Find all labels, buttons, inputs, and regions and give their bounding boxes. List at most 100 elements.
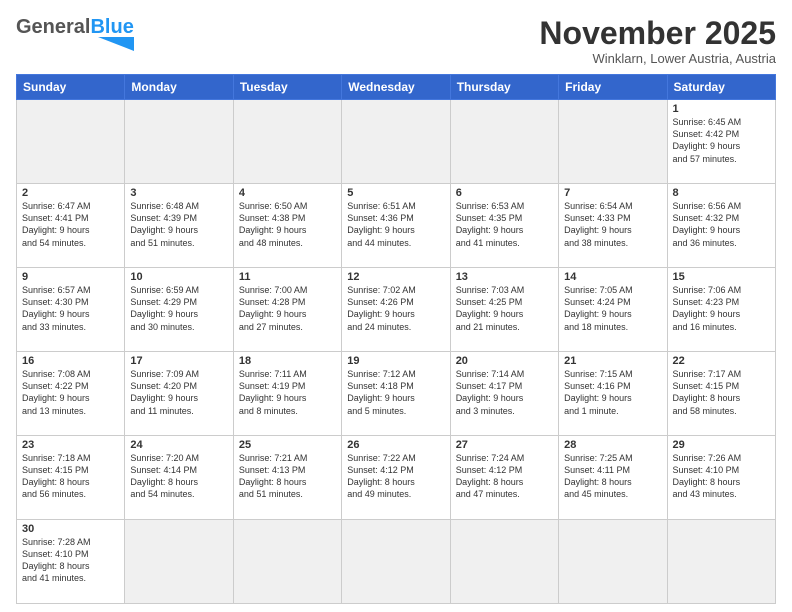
calendar-cell: 15Sunrise: 7:06 AMSunset: 4:23 PMDayligh…	[667, 268, 775, 352]
day-number: 14	[564, 271, 661, 283]
calendar-cell	[342, 520, 450, 604]
day-info: Sunrise: 7:28 AMSunset: 4:10 PMDaylight:…	[22, 536, 119, 585]
calendar-cell: 13Sunrise: 7:03 AMSunset: 4:25 PMDayligh…	[450, 268, 558, 352]
day-number: 9	[22, 271, 119, 283]
calendar-cell: 16Sunrise: 7:08 AMSunset: 4:22 PMDayligh…	[17, 352, 125, 436]
calendar-cell	[450, 520, 558, 604]
calendar-cell	[559, 520, 667, 604]
calendar-cell: 30Sunrise: 7:28 AMSunset: 4:10 PMDayligh…	[17, 520, 125, 604]
logo-icon	[98, 37, 134, 51]
calendar-cell: 19Sunrise: 7:12 AMSunset: 4:18 PMDayligh…	[342, 352, 450, 436]
day-info: Sunrise: 6:47 AMSunset: 4:41 PMDaylight:…	[22, 200, 119, 249]
day-number: 24	[130, 439, 227, 451]
calendar-cell	[125, 520, 233, 604]
calendar-cell	[233, 520, 341, 604]
day-info: Sunrise: 6:51 AMSunset: 4:36 PMDaylight:…	[347, 200, 444, 249]
title-area: November 2025 Winklarn, Lower Austria, A…	[539, 16, 776, 66]
day-number: 3	[130, 187, 227, 199]
day-info: Sunrise: 6:54 AMSunset: 4:33 PMDaylight:…	[564, 200, 661, 249]
day-number: 15	[673, 271, 770, 283]
day-info: Sunrise: 7:06 AMSunset: 4:23 PMDaylight:…	[673, 284, 770, 333]
day-number: 18	[239, 355, 336, 367]
calendar-row: 9Sunrise: 6:57 AMSunset: 4:30 PMDaylight…	[17, 268, 776, 352]
calendar-cell: 23Sunrise: 7:18 AMSunset: 4:15 PMDayligh…	[17, 436, 125, 520]
day-info: Sunrise: 7:20 AMSunset: 4:14 PMDaylight:…	[130, 452, 227, 501]
day-number: 1	[673, 103, 770, 115]
calendar-cell: 5Sunrise: 6:51 AMSunset: 4:36 PMDaylight…	[342, 184, 450, 268]
day-number: 20	[456, 355, 553, 367]
calendar-row: 1Sunrise: 6:45 AMSunset: 4:42 PMDaylight…	[17, 100, 776, 184]
day-info: Sunrise: 7:18 AMSunset: 4:15 PMDaylight:…	[22, 452, 119, 501]
day-info: Sunrise: 7:26 AMSunset: 4:10 PMDaylight:…	[673, 452, 770, 501]
logo-blue: Blue	[90, 16, 133, 39]
day-number: 13	[456, 271, 553, 283]
day-number: 8	[673, 187, 770, 199]
calendar-cell	[450, 100, 558, 184]
calendar-cell: 27Sunrise: 7:24 AMSunset: 4:12 PMDayligh…	[450, 436, 558, 520]
calendar-row: 16Sunrise: 7:08 AMSunset: 4:22 PMDayligh…	[17, 352, 776, 436]
calendar-cell	[559, 100, 667, 184]
calendar-cell: 28Sunrise: 7:25 AMSunset: 4:11 PMDayligh…	[559, 436, 667, 520]
calendar-cell: 3Sunrise: 6:48 AMSunset: 4:39 PMDaylight…	[125, 184, 233, 268]
day-info: Sunrise: 7:09 AMSunset: 4:20 PMDaylight:…	[130, 368, 227, 417]
header-wednesday: Wednesday	[342, 75, 450, 100]
subtitle: Winklarn, Lower Austria, Austria	[539, 51, 776, 66]
calendar-cell	[233, 100, 341, 184]
day-number: 7	[564, 187, 661, 199]
day-info: Sunrise: 7:14 AMSunset: 4:17 PMDaylight:…	[456, 368, 553, 417]
day-number: 19	[347, 355, 444, 367]
day-number: 23	[22, 439, 119, 451]
calendar-cell: 21Sunrise: 7:15 AMSunset: 4:16 PMDayligh…	[559, 352, 667, 436]
header-sunday: Sunday	[17, 75, 125, 100]
day-info: Sunrise: 7:08 AMSunset: 4:22 PMDaylight:…	[22, 368, 119, 417]
day-number: 26	[347, 439, 444, 451]
day-info: Sunrise: 7:03 AMSunset: 4:25 PMDaylight:…	[456, 284, 553, 333]
day-info: Sunrise: 7:15 AMSunset: 4:16 PMDaylight:…	[564, 368, 661, 417]
day-info: Sunrise: 7:00 AMSunset: 4:28 PMDaylight:…	[239, 284, 336, 333]
header-friday: Friday	[559, 75, 667, 100]
calendar-cell: 4Sunrise: 6:50 AMSunset: 4:38 PMDaylight…	[233, 184, 341, 268]
day-number: 4	[239, 187, 336, 199]
day-number: 12	[347, 271, 444, 283]
day-number: 11	[239, 271, 336, 283]
calendar-cell: 25Sunrise: 7:21 AMSunset: 4:13 PMDayligh…	[233, 436, 341, 520]
day-info: Sunrise: 7:02 AMSunset: 4:26 PMDaylight:…	[347, 284, 444, 333]
calendar-cell	[17, 100, 125, 184]
day-info: Sunrise: 6:53 AMSunset: 4:35 PMDaylight:…	[456, 200, 553, 249]
calendar-row: 30Sunrise: 7:28 AMSunset: 4:10 PMDayligh…	[17, 520, 776, 604]
header: General Blue November 2025 Winklarn, Low…	[16, 16, 776, 66]
day-number: 28	[564, 439, 661, 451]
day-info: Sunrise: 6:59 AMSunset: 4:29 PMDaylight:…	[130, 284, 227, 333]
day-info: Sunrise: 7:12 AMSunset: 4:18 PMDaylight:…	[347, 368, 444, 417]
logo-text: General Blue	[16, 16, 134, 51]
logo: General Blue	[16, 16, 134, 51]
day-info: Sunrise: 6:56 AMSunset: 4:32 PMDaylight:…	[673, 200, 770, 249]
calendar-cell: 22Sunrise: 7:17 AMSunset: 4:15 PMDayligh…	[667, 352, 775, 436]
day-number: 17	[130, 355, 227, 367]
header-saturday: Saturday	[667, 75, 775, 100]
day-info: Sunrise: 7:11 AMSunset: 4:19 PMDaylight:…	[239, 368, 336, 417]
day-info: Sunrise: 6:50 AMSunset: 4:38 PMDaylight:…	[239, 200, 336, 249]
calendar-row: 23Sunrise: 7:18 AMSunset: 4:15 PMDayligh…	[17, 436, 776, 520]
day-number: 30	[22, 523, 119, 535]
calendar-cell: 11Sunrise: 7:00 AMSunset: 4:28 PMDayligh…	[233, 268, 341, 352]
calendar-cell: 17Sunrise: 7:09 AMSunset: 4:20 PMDayligh…	[125, 352, 233, 436]
day-number: 6	[456, 187, 553, 199]
day-info: Sunrise: 6:57 AMSunset: 4:30 PMDaylight:…	[22, 284, 119, 333]
calendar-cell	[667, 520, 775, 604]
calendar-cell: 24Sunrise: 7:20 AMSunset: 4:14 PMDayligh…	[125, 436, 233, 520]
calendar-row: 2Sunrise: 6:47 AMSunset: 4:41 PMDaylight…	[17, 184, 776, 268]
day-number: 10	[130, 271, 227, 283]
day-info: Sunrise: 7:05 AMSunset: 4:24 PMDaylight:…	[564, 284, 661, 333]
calendar-cell: 10Sunrise: 6:59 AMSunset: 4:29 PMDayligh…	[125, 268, 233, 352]
day-info: Sunrise: 7:21 AMSunset: 4:13 PMDaylight:…	[239, 452, 336, 501]
day-number: 16	[22, 355, 119, 367]
day-number: 22	[673, 355, 770, 367]
calendar-cell: 8Sunrise: 6:56 AMSunset: 4:32 PMDaylight…	[667, 184, 775, 268]
day-info: Sunrise: 7:22 AMSunset: 4:12 PMDaylight:…	[347, 452, 444, 501]
calendar-cell	[125, 100, 233, 184]
calendar-cell: 9Sunrise: 6:57 AMSunset: 4:30 PMDaylight…	[17, 268, 125, 352]
weekday-header-row: Sunday Monday Tuesday Wednesday Thursday…	[17, 75, 776, 100]
header-tuesday: Tuesday	[233, 75, 341, 100]
day-info: Sunrise: 6:48 AMSunset: 4:39 PMDaylight:…	[130, 200, 227, 249]
